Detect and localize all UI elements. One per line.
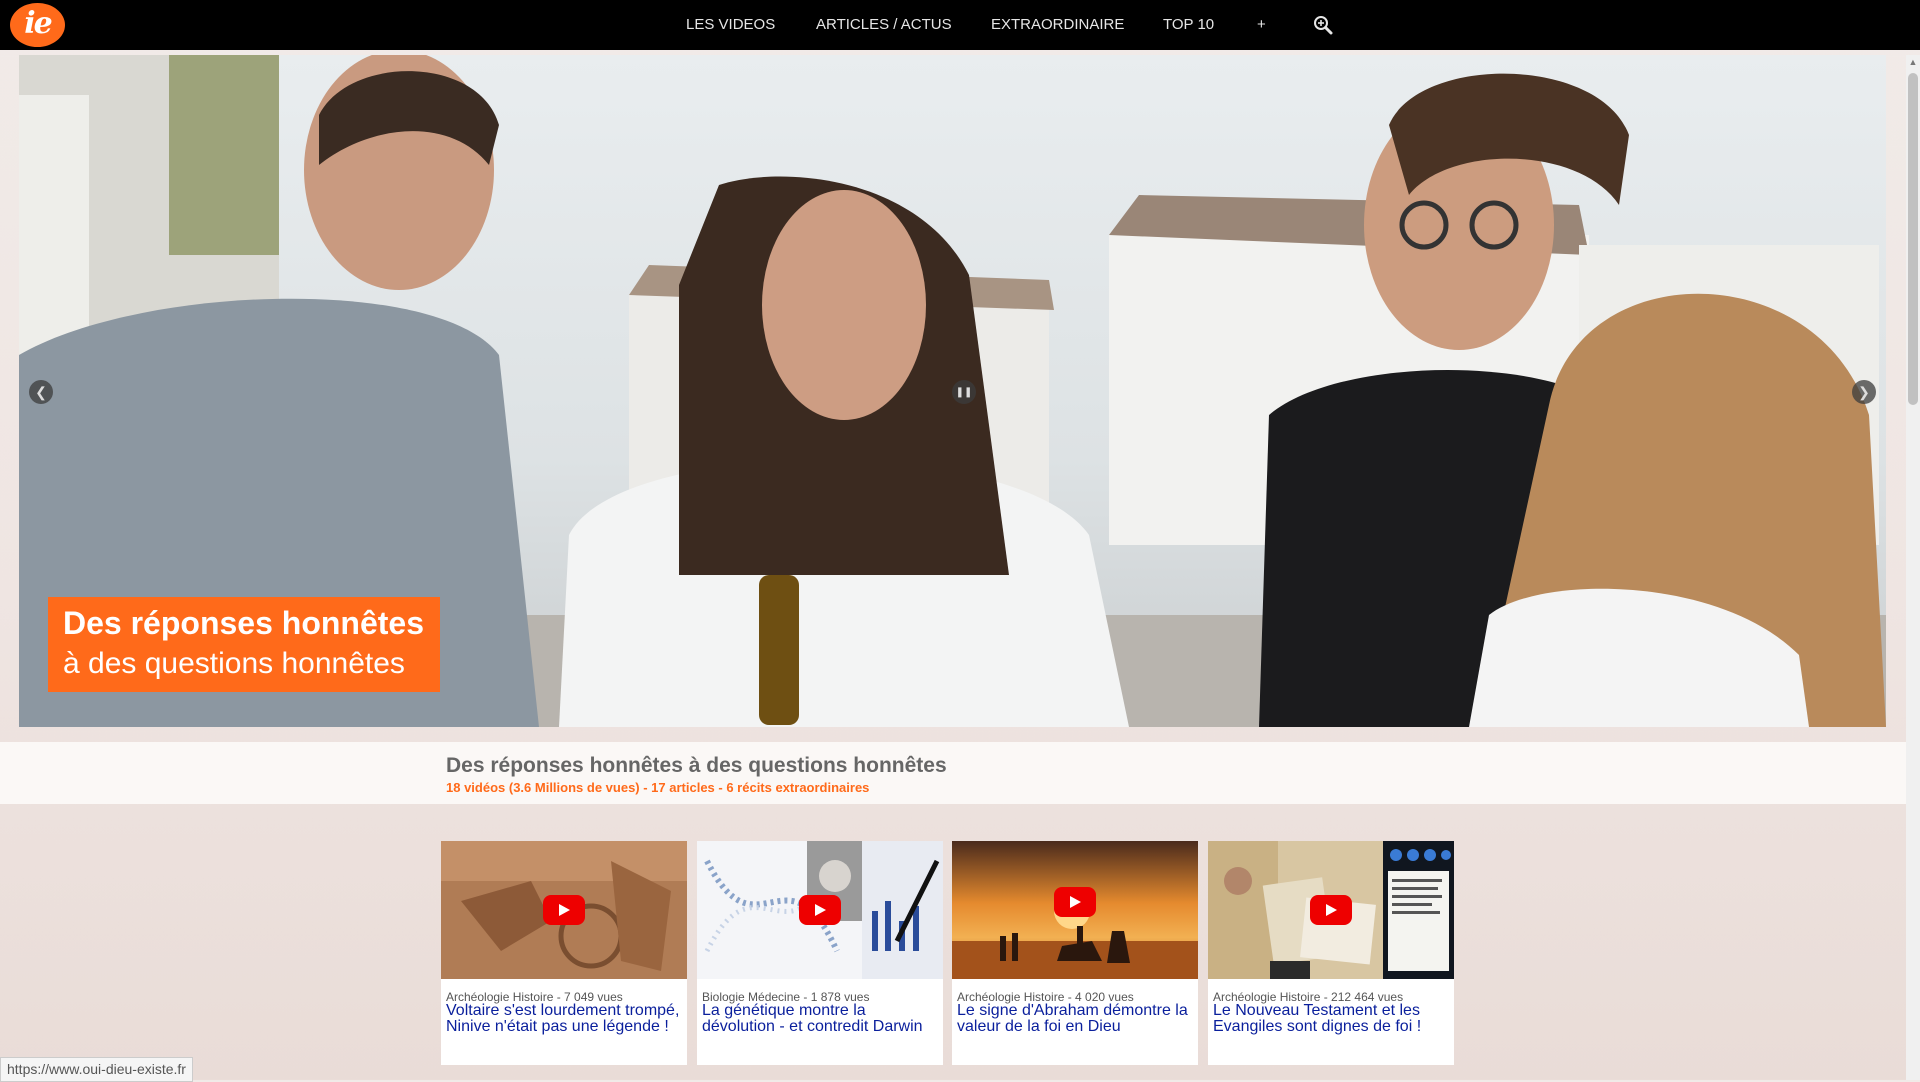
scroll-up-icon[interactable]: ▲ xyxy=(1906,55,1920,69)
nav-item-more[interactable]: + xyxy=(1257,16,1266,33)
play-icon xyxy=(559,904,570,916)
link-status-bar: https://www.oui-dieu-existe.fr xyxy=(0,1057,193,1082)
video-thumbnail[interactable] xyxy=(441,841,687,979)
section-title: Des réponses honnêtes à des questions ho… xyxy=(446,754,947,777)
play-button[interactable] xyxy=(1054,887,1096,917)
play-icon xyxy=(1070,896,1081,908)
info-band xyxy=(0,742,1906,804)
play-button[interactable] xyxy=(543,895,585,925)
hero-caption-subtitle: à des questions honnêtes xyxy=(63,647,405,680)
nav-item-videos[interactable]: LES VIDEOS xyxy=(686,16,775,33)
chevron-left-icon: ❮ xyxy=(35,383,47,400)
search-zoom-icon[interactable] xyxy=(1313,15,1333,35)
video-thumbnail[interactable] xyxy=(697,841,943,979)
hero-prev-button[interactable]: ❮ xyxy=(29,380,53,404)
nav-item-extraordinaire[interactable]: EXTRAORDINAIRE xyxy=(991,16,1124,33)
play-button[interactable] xyxy=(1310,895,1352,925)
video-card[interactable]: Archéologie Histoire - 7 049 vues Voltai… xyxy=(441,841,687,1065)
video-title-link[interactable]: Le Nouveau Testament et les Evangiles so… xyxy=(1213,1003,1451,1035)
hero-caption-title: Des réponses honnêtes xyxy=(63,605,424,641)
video-card[interactable]: Archéologie Histoire - 4 020 vues Le sig… xyxy=(952,841,1198,1065)
chevron-right-icon: ❯ xyxy=(1858,383,1870,400)
play-icon xyxy=(1326,904,1337,916)
site-logo[interactable]: ie xyxy=(10,3,65,47)
logo-text: ie xyxy=(24,5,53,41)
video-thumbnail[interactable] xyxy=(952,841,1198,979)
hero-pause-button[interactable]: ❚❚ xyxy=(952,380,976,404)
hero-slider: ❮ ❚❚ ❯ Des réponses honnêtes à des quest… xyxy=(19,55,1886,727)
play-icon xyxy=(815,904,826,916)
hero-caption: Des réponses honnêtes à des questions ho… xyxy=(48,597,440,692)
nav-item-top10[interactable]: TOP 10 xyxy=(1163,16,1214,33)
video-title-link[interactable]: La génétique montre la dévolution - et c… xyxy=(702,1003,940,1035)
hero-next-button[interactable]: ❯ xyxy=(1852,380,1876,404)
pause-icon: ❚❚ xyxy=(955,386,973,398)
nav-item-articles[interactable]: ARTICLES / ACTUS xyxy=(816,16,952,33)
video-card[interactable]: Archéologie Histoire - 212 464 vues Le N… xyxy=(1208,841,1454,1065)
video-title-link[interactable]: Voltaire s'est lourdement trompé, Ninive… xyxy=(446,1003,684,1035)
section-stats[interactable]: 18 vidéos (3.6 Millions de vues) - 17 ar… xyxy=(446,780,869,795)
play-button[interactable] xyxy=(799,895,841,925)
video-title-link[interactable]: Le signe d'Abraham démontre la valeur de… xyxy=(957,1003,1195,1035)
video-card[interactable]: Biologie Médecine - 1 878 vues La généti… xyxy=(697,841,943,1065)
scrollbar-thumb[interactable] xyxy=(1908,73,1918,405)
video-thumbnail[interactable] xyxy=(1208,841,1454,979)
top-nav-bar: ie LES VIDEOS ARTICLES / ACTUS EXTRAORDI… xyxy=(0,0,1920,50)
